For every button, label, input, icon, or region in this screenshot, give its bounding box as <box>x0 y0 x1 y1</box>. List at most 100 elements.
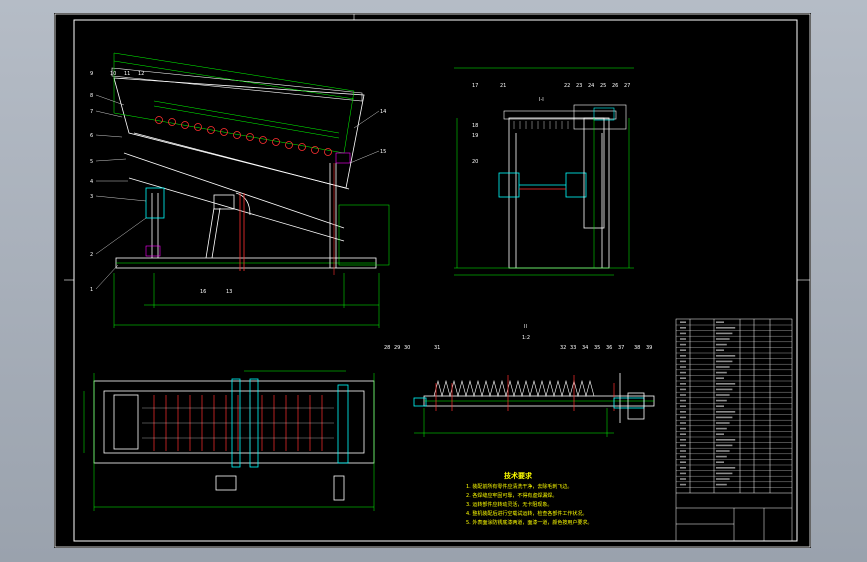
part-label: 21 <box>500 83 506 89</box>
table-cell-mark <box>680 366 686 368</box>
table-cell-mark <box>716 461 724 463</box>
table-cell-mark <box>680 461 686 463</box>
table-cell-mark <box>716 433 724 435</box>
table-cell-mark <box>680 439 686 441</box>
table-cell-mark <box>680 405 686 407</box>
table-cell-mark <box>680 327 686 329</box>
part-label: 18 <box>472 123 478 129</box>
part-label: 20 <box>472 159 478 165</box>
part-label: 12 <box>138 71 144 77</box>
table-cell-mark <box>680 388 686 391</box>
part-label: 31 <box>434 345 440 351</box>
table-cell-mark <box>716 483 727 486</box>
table-cell-mark <box>680 332 686 335</box>
part-label: 13 <box>226 289 232 295</box>
table-cell-mark <box>716 321 724 323</box>
table-cell-mark <box>680 399 686 402</box>
detail-label: II <box>524 324 527 330</box>
outer-border <box>54 13 811 548</box>
table-cell-mark <box>680 416 686 419</box>
table-cell-mark <box>680 433 686 435</box>
end-view-labels: I-I 17 18 19 20 21 22 23 24 25 26 27 <box>472 83 630 165</box>
table-cell-mark <box>716 338 730 340</box>
part-label: 7 <box>90 109 93 115</box>
table-cell-mark <box>680 371 686 374</box>
part-label: 24 <box>588 83 594 89</box>
parts-list-table <box>675 318 793 542</box>
part-label: 22 <box>564 83 570 89</box>
table-cell-mark <box>716 444 733 447</box>
table-cell-mark <box>680 478 686 480</box>
table-cell-mark <box>680 422 686 424</box>
table-cell-mark <box>680 383 686 385</box>
table-cell-mark <box>680 483 686 486</box>
table-cell-mark <box>716 366 730 368</box>
table-cell-mark <box>680 349 686 351</box>
part-label: 8 <box>90 93 93 99</box>
tech-req-item: 3. 运转部件应转动灵活，无卡阻现象。 <box>466 501 552 508</box>
technical-requirements: 技术要求 1. 装配前所有零件应清洗干净，去除毛刺飞边。 2. 各焊缝应牢固可靠… <box>466 471 592 526</box>
table-cell-mark <box>716 416 733 419</box>
rotor-discs <box>155 116 332 156</box>
tech-req-item: 5. 外表面涂防锈底漆两道，面漆一道，颜色按用户要求。 <box>466 519 592 526</box>
table-cell-mark <box>716 427 727 430</box>
table-cell-mark <box>716 377 724 379</box>
detail-view-labels: II 1:2 28 29 30 31 32 33 34 35 36 37 38 … <box>384 324 652 351</box>
part-label: 33 <box>570 345 576 351</box>
table-cell-mark <box>716 332 733 335</box>
table-cell-mark <box>716 472 733 475</box>
table-cell-mark <box>680 343 686 346</box>
table-cell-mark <box>680 338 686 340</box>
table-cell-mark <box>716 394 730 396</box>
table-cell-mark <box>680 472 686 475</box>
table-cell-mark <box>716 371 727 374</box>
tech-req-item: 4. 整机装配后进行空载试运转，检查各部件工作状况。 <box>466 510 587 517</box>
table-cell-mark <box>680 467 686 469</box>
table-cell-mark <box>716 388 733 391</box>
part-label: 34 <box>582 345 588 351</box>
part-label: 10 <box>110 71 116 77</box>
part-label: 23 <box>576 83 582 89</box>
table-cell-mark <box>680 355 686 357</box>
table-cell-mark <box>716 478 730 480</box>
part-label: 4 <box>90 179 93 185</box>
part-label: 25 <box>600 83 606 89</box>
side-view <box>111 52 390 328</box>
table-cell-mark <box>716 450 730 452</box>
part-label: 17 <box>472 83 478 89</box>
part-label: 9 <box>90 71 93 77</box>
tech-req-item: 1. 装配前所有零件应清洗干净，去除毛刺飞边。 <box>466 483 572 490</box>
drawing-sheet: 9 10 11 12 8 7 6 5 4 3 2 1 14 15 16 13 I… <box>54 13 811 548</box>
part-label: 32 <box>560 345 566 351</box>
table-cell-mark <box>680 377 686 379</box>
part-label: 30 <box>404 345 410 351</box>
part-label: 26 <box>612 83 618 89</box>
part-label: 29 <box>394 345 400 351</box>
part-label: 3 <box>90 194 93 200</box>
table-cell-mark <box>716 383 736 385</box>
cad-viewport: 9 10 11 12 8 7 6 5 4 3 2 1 14 15 16 13 I… <box>0 0 867 562</box>
table-cell-mark <box>680 321 686 323</box>
part-label: 1 <box>90 287 93 293</box>
plan-view <box>83 370 375 511</box>
table-cell-mark <box>716 422 730 424</box>
table-cell-mark <box>716 411 736 413</box>
table-cell-mark <box>716 355 736 357</box>
table-cell-mark <box>680 427 686 430</box>
part-label: 19 <box>472 133 478 139</box>
part-label: 35 <box>594 345 600 351</box>
table-cell-mark <box>716 455 727 458</box>
tech-req-item: 2. 各焊缝应牢固可靠，不得有虚焊漏焊。 <box>466 492 557 499</box>
tech-req-title: 技术要求 <box>504 471 533 480</box>
table-cell-mark <box>680 444 686 447</box>
part-label: 16 <box>200 289 206 295</box>
table-cell-mark <box>716 405 724 407</box>
table-cell-mark <box>716 327 736 329</box>
part-label: 28 <box>384 345 390 351</box>
table-cell-mark <box>716 399 727 402</box>
table-cell-mark <box>680 411 686 413</box>
detail-scale: 1:2 <box>522 335 530 341</box>
table-cell-mark <box>680 455 686 458</box>
part-label: 39 <box>646 345 652 351</box>
part-label: 37 <box>618 345 624 351</box>
